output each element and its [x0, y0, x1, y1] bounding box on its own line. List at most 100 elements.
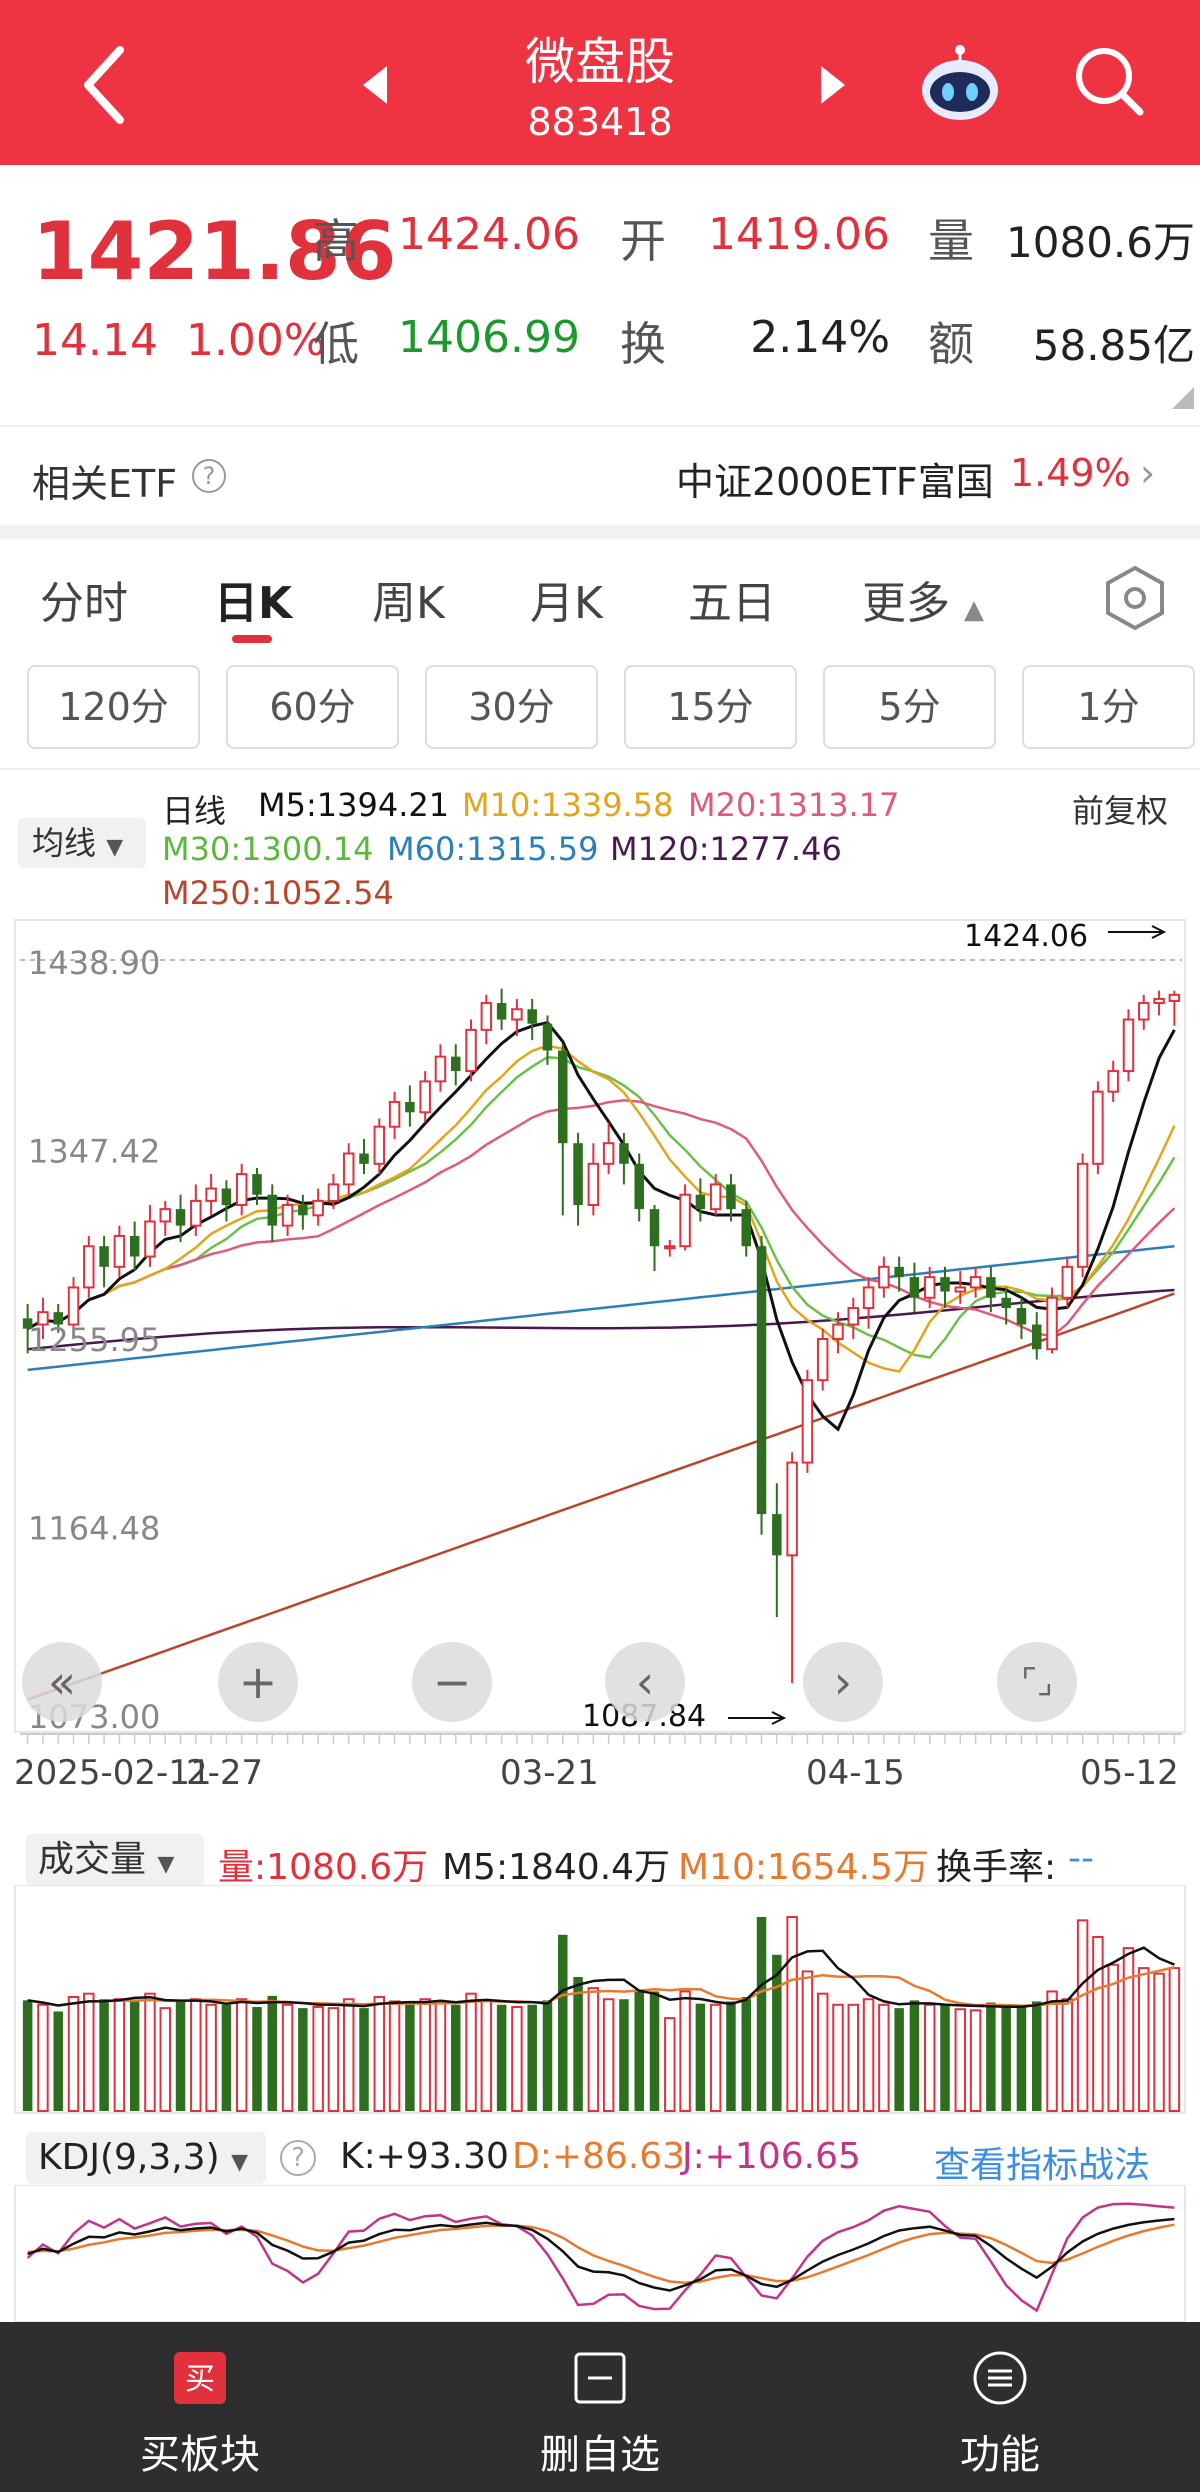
candle-body: [1092, 1090, 1104, 1165]
btn-60min[interactable]: 60分: [226, 665, 399, 749]
etf-name[interactable]: 中证2000ETF富国: [676, 451, 994, 506]
functions-button[interactable]: 功能: [800, 2322, 1200, 2492]
tab-daily-k[interactable]: 日K: [214, 567, 292, 631]
candle-body: [281, 1204, 294, 1227]
tab-more[interactable]: 更多 ▲: [862, 567, 984, 631]
candle-body: [1032, 1324, 1042, 1350]
volume-current: 量:1080.6万: [218, 1847, 429, 1888]
candle-body: [99, 1246, 109, 1267]
fast-back-button[interactable]: «: [22, 1642, 102, 1722]
next-stock-icon[interactable]: [813, 60, 853, 110]
volume-bar: [434, 2000, 447, 2112]
volume-bar: [359, 2008, 369, 2111]
functions-label: 功能: [960, 2432, 1040, 2478]
candle-body: [587, 1162, 600, 1207]
volume-bar: [894, 2008, 904, 2111]
fullscreen-button[interactable]: ⌜⌟: [997, 1642, 1077, 1722]
kdj-strategy-link[interactable]: 查看指标战法: [934, 2136, 1150, 2188]
expand-corner-icon[interactable]: [1172, 387, 1194, 409]
volume-bar: [451, 2004, 461, 2111]
help-icon[interactable]: ?: [192, 459, 226, 493]
btn-1min[interactable]: 1分: [1022, 665, 1195, 749]
candle-body: [940, 1277, 950, 1292]
candle-body: [1001, 1297, 1011, 1309]
volume-bar: [587, 1987, 600, 2112]
volume-m5: M5:1840.4万: [442, 1847, 671, 1888]
candle-body: [816, 1337, 829, 1382]
x-tick-label: 04-15: [806, 1753, 905, 1793]
scroll-right-button[interactable]: ›: [803, 1642, 883, 1722]
kdj-chart[interactable]: [0, 2185, 1200, 2322]
volume-bar: [22, 2000, 33, 2111]
low-value: 1406.99: [398, 312, 580, 363]
x-tick-label: 03-21: [500, 1753, 599, 1793]
volume-bar: [99, 1999, 109, 2111]
candle-body: [1046, 1296, 1058, 1351]
candle-body: [327, 1183, 340, 1202]
volume-bar: [1153, 1972, 1165, 2112]
high-price-marker: 1424.06: [964, 919, 1088, 954]
fuquan-label[interactable]: 前复权: [1072, 786, 1168, 832]
volume-bar: [405, 2004, 415, 2111]
btn-5min[interactable]: 5分: [823, 665, 996, 749]
ma10-value: M10:1339.58: [462, 786, 674, 824]
candle-body: [786, 1461, 798, 1557]
candle-body: [741, 1209, 751, 1247]
volume-bar: [969, 2009, 982, 2112]
volume-bar: [1107, 1963, 1119, 2113]
candle-body: [312, 1199, 324, 1217]
prev-stock-icon[interactable]: [355, 60, 395, 110]
ma-selector[interactable]: 均线 ▼: [18, 818, 146, 868]
volume-selector[interactable]: 成交量 ▼: [26, 1834, 204, 1886]
chevron-right-icon[interactable]: ›: [1140, 451, 1155, 495]
caret-down-icon: ▼: [157, 1852, 175, 1877]
candle-body: [573, 1143, 583, 1206]
btn-120min[interactable]: 120分: [27, 665, 200, 749]
high-label: 高: [313, 214, 359, 268]
volume-bar: [909, 2000, 920, 2111]
robot-assistant-icon[interactable]: [915, 40, 1005, 130]
volume-bar: [923, 2003, 936, 2112]
candle-body: [634, 1163, 644, 1210]
buy-icon: 买: [174, 2352, 226, 2404]
candle-body: [434, 1055, 447, 1083]
candle-body: [359, 1153, 369, 1164]
candle-body: [419, 1080, 431, 1114]
candle-body: [894, 1266, 904, 1278]
btn-30min[interactable]: 30分: [425, 665, 598, 749]
tab-monthly-k[interactable]: 月K: [530, 567, 603, 631]
volume-bar: [847, 2003, 860, 2112]
candle-body: [252, 1174, 262, 1195]
zoom-in-button[interactable]: +: [218, 1642, 298, 1722]
candle-body: [772, 1514, 782, 1556]
buy-sector-button[interactable]: 买 买板块: [0, 2322, 400, 2492]
zoom-out-button[interactable]: −: [412, 1642, 492, 1722]
tab-weekly-k[interactable]: 周K: [372, 567, 445, 631]
volume-bar: [801, 1970, 814, 2112]
kdj-selector-label: KDJ(9,3,3): [38, 2137, 220, 2178]
remove-watchlist-button[interactable]: 删自选: [400, 2322, 800, 2492]
search-icon[interactable]: [1068, 40, 1148, 120]
tab-five-day[interactable]: 五日: [688, 567, 776, 631]
candle-body: [144, 1220, 156, 1258]
volume-bar: [1168, 1967, 1181, 2112]
volume-bar: [342, 1998, 355, 2112]
kdj-selector[interactable]: KDJ(9,3,3) ▼: [26, 2132, 266, 2184]
candle-body: [1168, 993, 1181, 1003]
settings-hexagon-icon[interactable]: [1105, 565, 1165, 631]
help-icon[interactable]: ?: [280, 2140, 316, 2176]
related-etf-row[interactable]: 相关ETF ? 中证2000ETF富国 1.49% ›: [0, 425, 1200, 525]
volume-label: 量: [928, 214, 974, 268]
candle: [1092, 1081, 1104, 1175]
change-pct: 1.00%: [185, 315, 326, 366]
candle-body: [511, 1008, 523, 1021]
scroll-left-button[interactable]: ‹: [605, 1642, 685, 1722]
candle-body: [756, 1246, 767, 1515]
tab-fenshi[interactable]: 分时: [40, 567, 128, 631]
volume-chart[interactable]: [0, 1885, 1200, 2115]
ma60-value: M60:1315.59: [387, 830, 599, 868]
candle-body: [342, 1152, 355, 1186]
kdj-k-value: K:+93.30: [340, 2136, 509, 2177]
volume-bar: [465, 1992, 477, 2112]
btn-15min[interactable]: 15分: [624, 665, 797, 749]
